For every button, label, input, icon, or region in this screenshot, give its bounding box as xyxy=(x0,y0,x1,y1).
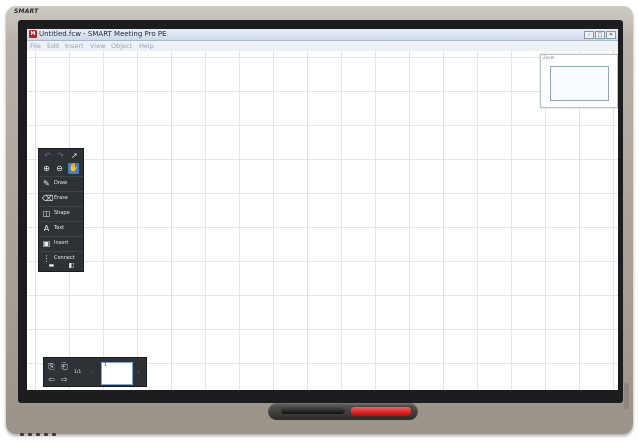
menu-bar: File Edit Insert View Object Help xyxy=(27,41,618,51)
tool-erase[interactable]: ⌫ Erase xyxy=(39,191,83,206)
tool-draw-label: Draw xyxy=(54,180,68,186)
page-sorter: ⎘ ⎗ 1/1 ⇦ ⇨ ‹ 1 › xyxy=(43,357,147,387)
menu-object[interactable]: Object xyxy=(111,42,132,50)
tool-erase-label: Erase xyxy=(54,195,68,201)
mute-button[interactable] xyxy=(52,433,56,436)
input-button[interactable] xyxy=(28,433,32,436)
zoom-in-icon[interactable]: ⊕ xyxy=(42,164,51,173)
thumbnail-number: 1 xyxy=(104,363,107,368)
page-thumbnail[interactable]: 1 xyxy=(101,362,133,385)
power-button[interactable] xyxy=(20,433,24,436)
menu-insert[interactable]: Insert xyxy=(65,42,84,50)
title-bar: M Untitled.fcw - SMART Meeting Pro PE – … xyxy=(27,29,618,41)
side-button xyxy=(624,383,629,409)
add-page-icon[interactable]: ⎘ xyxy=(47,362,56,371)
volume-down-button[interactable] xyxy=(36,433,40,436)
tool-text[interactable]: A Text xyxy=(39,221,83,236)
menu-help[interactable]: Help xyxy=(139,42,154,50)
maximize-icon[interactable]: □ xyxy=(595,31,605,39)
navigator-label: Zoom xyxy=(543,55,555,60)
volume-up-button[interactable] xyxy=(44,433,48,436)
navigator-panel[interactable]: Zoom xyxy=(540,54,618,108)
undo-icon[interactable]: ↶ xyxy=(43,151,52,160)
whiteboard-canvas[interactable] xyxy=(27,51,618,390)
navigator-viewport[interactable] xyxy=(550,66,609,101)
black-pen[interactable] xyxy=(281,407,345,414)
page-counter: 1/1 xyxy=(74,370,82,375)
delete-page-icon[interactable]: ⎗ xyxy=(60,362,69,371)
scroll-right-icon[interactable]: › xyxy=(134,368,143,377)
tool-draw[interactable]: ✎ Draw xyxy=(39,176,83,191)
redo-icon[interactable]: ↷ xyxy=(56,151,65,160)
text-icon: A xyxy=(43,224,50,233)
tool-connect[interactable]: ⋮ Connect xyxy=(39,251,83,266)
zoom-out-icon[interactable]: ⊖ xyxy=(55,164,64,173)
app-logo-icon: M xyxy=(29,30,37,38)
tool-shape-label: Shape xyxy=(54,210,70,216)
tool-insert-label: Insert xyxy=(54,240,69,246)
panel-toggle-icon[interactable]: ◧ xyxy=(67,262,76,269)
close-icon[interactable]: ✕ xyxy=(606,31,616,39)
brand-logo: SMART xyxy=(14,8,39,15)
tool-shape[interactable]: ◫ Shape xyxy=(39,206,83,221)
previous-page-icon[interactable]: ⇦ xyxy=(47,375,56,384)
collapse-icon[interactable]: ▬ xyxy=(47,262,56,269)
tool-text-label: Text xyxy=(54,225,65,231)
tool-insert[interactable]: ▣ Insert xyxy=(39,236,83,251)
menu-file[interactable]: File xyxy=(30,42,41,50)
shape-icon: ◫ xyxy=(42,209,51,218)
menu-edit[interactable]: Edit xyxy=(47,42,60,50)
insert-icon: ▣ xyxy=(42,239,51,248)
pan-hand-icon[interactable]: ✋ xyxy=(68,163,79,174)
scroll-left-icon[interactable]: ‹ xyxy=(88,368,97,377)
front-control-panel xyxy=(20,432,80,438)
minimize-icon[interactable]: – xyxy=(584,31,594,39)
tools-palette: ↶ ↷ ➚ ⊕ ⊖ ✋ ✎ Draw ⌫ Erase ◫ Shape A Tex… xyxy=(38,148,84,272)
eraser-icon: ⌫ xyxy=(42,194,54,203)
select-pointer-icon[interactable]: ➚ xyxy=(70,151,79,160)
pen-icon: ✎ xyxy=(43,179,50,188)
next-page-icon[interactable]: ⇨ xyxy=(60,375,69,384)
app-screen: M Untitled.fcw - SMART Meeting Pro PE – … xyxy=(27,29,618,390)
window-title: Untitled.fcw - SMART Meeting Pro PE xyxy=(39,30,167,38)
red-pen[interactable] xyxy=(350,406,412,416)
menu-view[interactable]: View xyxy=(90,42,105,50)
